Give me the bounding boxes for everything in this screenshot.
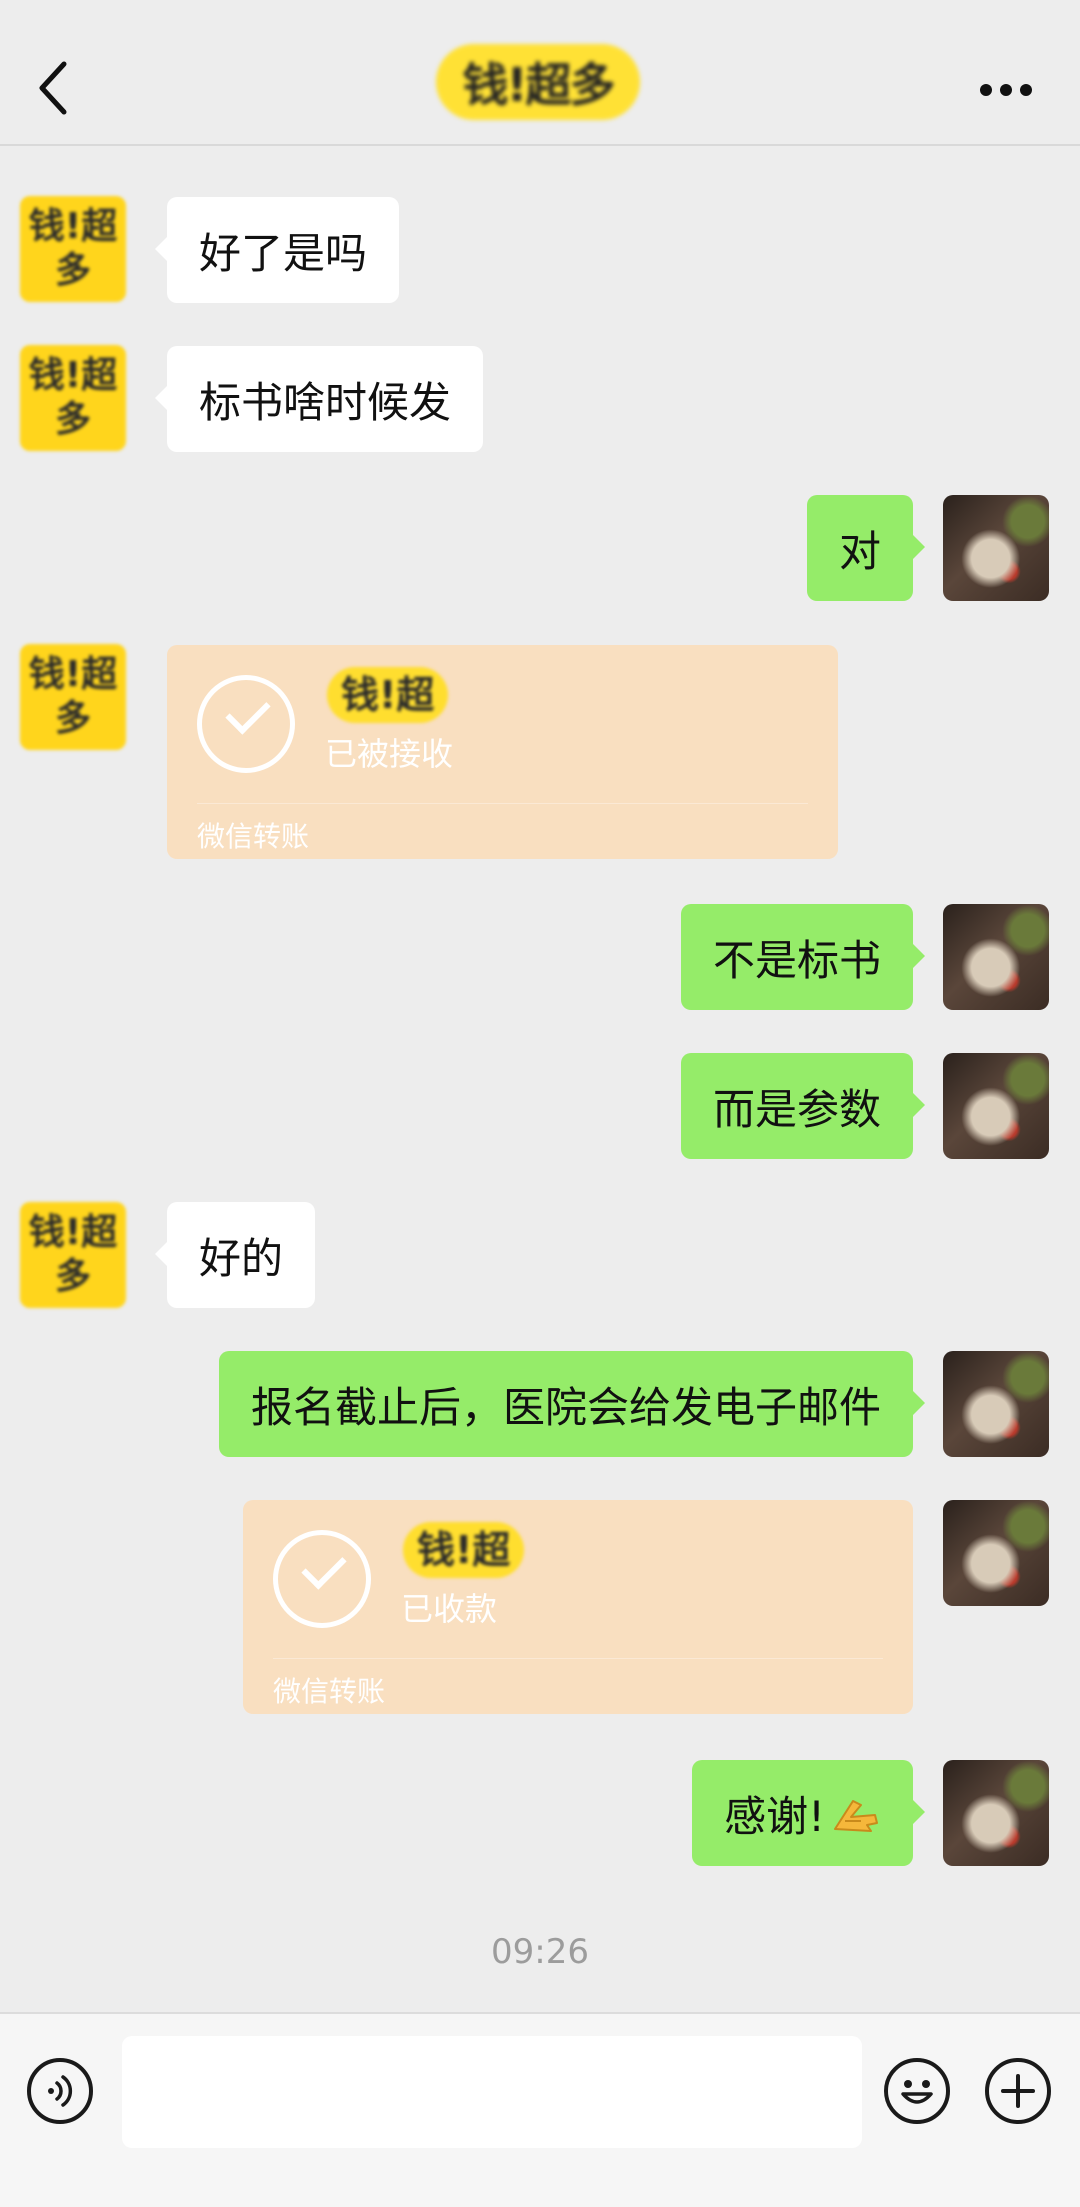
my-avatar[interactable] xyxy=(943,904,1049,1010)
message-bubble[interactable]: 报名截止后，医院会给发电子邮件 xyxy=(218,1351,926,1457)
message-bubble[interactable]: 不是标书 xyxy=(680,904,926,1010)
check-circle-icon xyxy=(197,675,295,773)
input-bar xyxy=(0,2012,1080,2207)
emoji-icon xyxy=(901,2080,933,2104)
transfer-footer: 微信转账 xyxy=(197,820,310,853)
message-bubble[interactable]: 感谢! xyxy=(692,1760,925,1866)
transfer-card[interactable]: 钱!超 已收款 微信转账 xyxy=(243,1500,913,1714)
check-circle-icon xyxy=(273,1530,371,1628)
my-avatar[interactable] xyxy=(943,495,1049,601)
plus-icon xyxy=(1001,2074,1035,2108)
chat-title: 钱!超多 xyxy=(436,44,640,120)
chat-header: 钱!超多 xyxy=(0,0,1080,146)
my-avatar[interactable] xyxy=(943,1760,1049,1866)
ok-hand-emoji-icon xyxy=(834,1800,878,1832)
message-text: 感谢! xyxy=(724,1791,825,1841)
transfer-footer: 微信转账 xyxy=(273,1675,386,1708)
back-button[interactable] xyxy=(34,58,78,118)
contact-avatar[interactable]: 钱!超多 xyxy=(20,644,126,750)
message-bubble[interactable]: 对 xyxy=(806,495,926,601)
divider xyxy=(197,803,808,804)
more-button[interactable] xyxy=(976,72,1036,108)
plus-button[interactable] xyxy=(985,2058,1051,2124)
message-bubble[interactable]: 而是参数 xyxy=(680,1053,926,1159)
contact-avatar[interactable]: 钱!超多 xyxy=(20,345,126,451)
voice-icon xyxy=(48,2075,73,2107)
message-bubble[interactable]: 好的 xyxy=(154,1202,316,1308)
contact-avatar[interactable]: 钱!超多 xyxy=(20,196,126,302)
transfer-status: 已收款 xyxy=(401,1590,498,1628)
chevron-left-icon xyxy=(39,61,67,115)
message-bubble[interactable]: 标书啥时候发 xyxy=(154,346,484,452)
my-avatar[interactable] xyxy=(943,1500,1049,1606)
voice-button[interactable] xyxy=(27,2058,93,2124)
emoji-button[interactable] xyxy=(884,2058,950,2124)
my-avatar[interactable] xyxy=(943,1351,1049,1457)
transfer-amount: 钱!超 xyxy=(403,1522,525,1578)
transfer-card[interactable]: 钱!超 已被接收 微信转账 xyxy=(167,645,838,859)
more-dots-icon xyxy=(980,84,992,96)
message-bubble[interactable]: 好了是吗 xyxy=(154,197,400,303)
transfer-status: 已被接收 xyxy=(325,735,454,773)
timestamp: 09:26 xyxy=(491,1932,589,1972)
transfer-amount: 钱!超 xyxy=(327,667,449,723)
contact-avatar[interactable]: 钱!超多 xyxy=(20,1202,126,1308)
message-input[interactable] xyxy=(122,2036,862,2148)
my-avatar[interactable] xyxy=(943,1053,1049,1159)
divider xyxy=(273,1658,883,1659)
